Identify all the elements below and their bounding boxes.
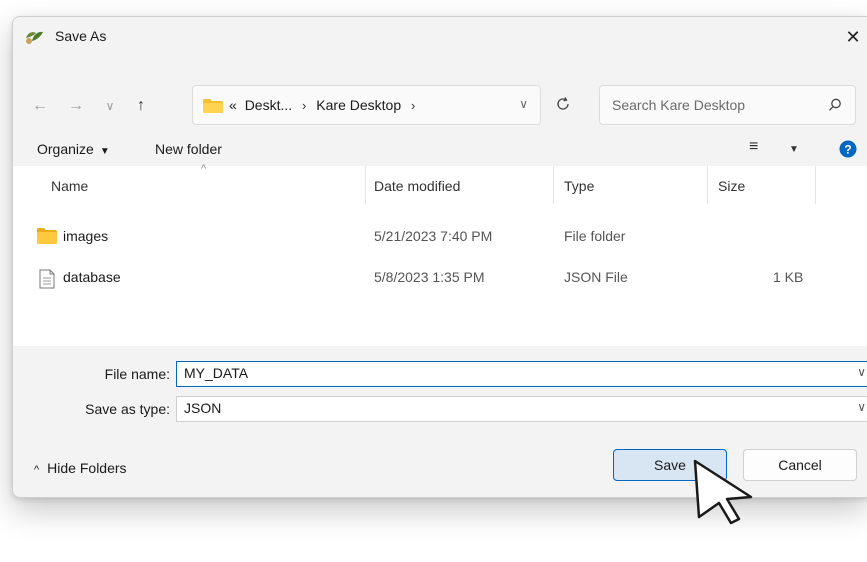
file-date: 5/8/2023 1:35 PM (374, 269, 485, 285)
column-header-name[interactable]: Name (51, 178, 88, 194)
chevron-down-icon[interactable]: ∨ (857, 365, 866, 379)
breadcrumb-separator[interactable]: › (302, 98, 306, 113)
file-type: JSON File (564, 269, 628, 285)
back-button[interactable]: ← (28, 95, 52, 117)
sort-indicator-icon: ^ (201, 163, 207, 175)
breadcrumb-separator[interactable]: › (411, 98, 415, 113)
forward-button[interactable]: → (64, 95, 88, 117)
column-divider[interactable] (553, 166, 554, 204)
chevron-up-icon: ^ (34, 464, 40, 476)
address-bar[interactable]: « Deskt... › Kare Desktop › ∨ (192, 85, 541, 125)
breadcrumb-item[interactable]: Kare Desktop (316, 97, 401, 113)
new-folder-button[interactable]: New folder (155, 141, 222, 157)
svg-text:?: ? (844, 143, 851, 157)
title-bar: Save As ✕ (13, 17, 867, 57)
cancel-button[interactable]: Cancel (743, 449, 857, 481)
search-placeholder: Search Kare Desktop (612, 97, 746, 113)
file-list: ^ Name Date modified Type Size images 5/… (13, 163, 867, 346)
save-type-select[interactable]: JSON ∨ (176, 396, 867, 422)
save-type-label: Save as type: (85, 401, 170, 417)
search-icon (829, 98, 841, 111)
column-divider[interactable] (365, 166, 366, 204)
view-options-caret-icon[interactable]: ▼ (789, 144, 799, 155)
address-dropdown-icon[interactable]: ∨ (519, 97, 528, 111)
file-row-images[interactable]: images 5/21/2023 7:40 PM File folder (13, 219, 867, 255)
save-type-value: JSON (184, 400, 222, 416)
save-as-dialog: Save As ✕ ← → ∨ ↑ « Deskt... › Kare Desk… (12, 16, 867, 498)
column-header-date[interactable]: Date modified (374, 178, 460, 194)
folder-icon (203, 99, 223, 113)
help-icon[interactable]: ? (839, 140, 857, 158)
command-bar: Organize ▼ New folder ≡ ▼ ? (13, 134, 867, 166)
refresh-icon (557, 97, 569, 110)
app-icon (26, 31, 43, 44)
up-button[interactable]: ↑ (129, 95, 153, 117)
file-name-label: File name: (104, 366, 170, 382)
organize-caret-icon: ▼ (99, 146, 110, 157)
file-name-value: MY_DATA (184, 365, 249, 381)
window-title: Save As (55, 28, 107, 44)
recent-locations-button[interactable]: ∨ (98, 95, 122, 117)
file-size: 1 KB (773, 269, 804, 285)
file-name: database (63, 269, 121, 285)
file-name: images (63, 228, 109, 244)
folder-icon (37, 228, 57, 244)
file-name-field[interactable]: MY_DATA ∨ (176, 361, 867, 387)
hide-folders-button[interactable]: ^ Hide Folders (34, 460, 127, 476)
file-icon (39, 269, 55, 289)
breadcrumb-overflow[interactable]: « (229, 97, 237, 113)
file-type: File folder (564, 228, 626, 244)
hide-folders-label: Hide Folders (47, 460, 127, 476)
file-row-database[interactable]: database 5/8/2023 1:35 PM JSON File 1 KB (13, 260, 867, 296)
view-options-icon[interactable]: ≡ (749, 138, 758, 156)
organize-button[interactable]: Organize ▼ (37, 141, 110, 157)
search-input[interactable]: Search Kare Desktop (599, 85, 856, 125)
column-header-size[interactable]: Size (718, 178, 745, 194)
mouse-pointer-icon (693, 459, 753, 525)
column-divider[interactable] (815, 166, 816, 204)
close-button[interactable]: ✕ (838, 23, 867, 51)
organize-label: Organize (37, 141, 94, 157)
column-divider[interactable] (707, 166, 708, 204)
refresh-button[interactable] (551, 91, 575, 117)
column-header-type[interactable]: Type (564, 178, 594, 194)
chevron-down-icon[interactable]: ∨ (857, 400, 866, 414)
breadcrumb-item[interactable]: Deskt... (245, 97, 292, 113)
breadcrumb: « Deskt... › Kare Desktop › (229, 97, 421, 113)
file-date: 5/21/2023 7:40 PM (374, 228, 493, 244)
